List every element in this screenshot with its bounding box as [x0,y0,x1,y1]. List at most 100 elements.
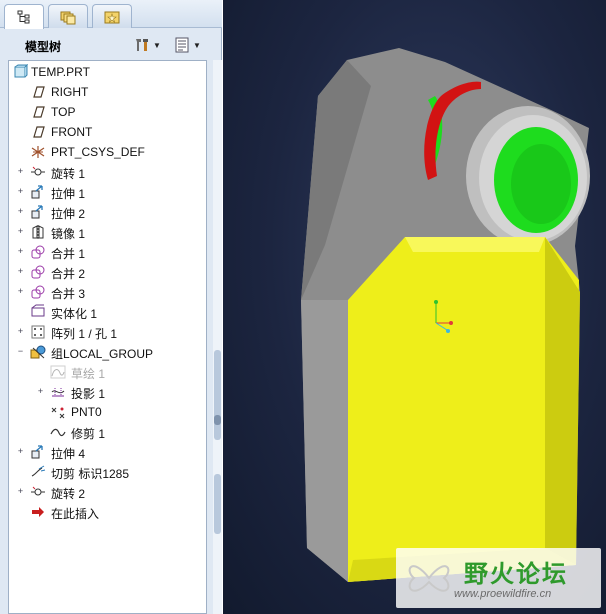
scrollbar-thumb-lower[interactable] [214,474,221,534]
watermark: 野火论坛 www.proewildfire.cn [396,548,601,608]
tree-item[interactable]: + 投影 1 [9,382,206,402]
datum-plane-icon [30,104,46,120]
revolve-icon [30,484,46,500]
datum-point-icon [50,404,66,420]
expand-toggle[interactable]: + [16,227,25,236]
tree-item[interactable]: 修剪 1 [9,422,206,442]
tree-item-label: 旋转 1 [51,167,86,181]
mirror-icon [30,224,46,240]
model-tree: TEMP.PRT RIGHT TOP FRONT PRT_CSYS_DEF + 旋转 1 + 拉… [8,60,207,614]
datum-plane-icon [30,84,46,100]
tree-item[interactable]: + 合并 2 [9,262,206,282]
butterfly-logo-icon [408,565,450,592]
tree-item[interactable]: TOP [9,102,206,122]
tree-item[interactable]: 在此插入 [9,502,206,522]
insert-arrow-icon [30,504,46,520]
tree-item[interactable]: 实体化 1 [9,302,206,322]
tree-item-label: 阵列 1 / 孔 1 [51,327,118,341]
panel-title: 模型树 [25,40,62,54]
expand-toggle[interactable]: + [36,387,45,396]
expand-toggle[interactable]: + [16,247,25,256]
expand-toggle[interactable]: + [16,207,25,216]
tree-item[interactable]: + 旋转 1 [9,162,206,182]
splitter-grip[interactable] [214,415,221,425]
extrude-icon [30,444,46,460]
tree-item-label: 组LOCAL_GROUP [51,347,154,361]
datum-plane-icon [30,124,46,140]
tree-item[interactable]: − 组LOCAL_GROUP [9,342,206,362]
expand-toggle[interactable]: + [16,287,25,296]
navigator-tabs [0,0,222,29]
green-hole-inner [511,144,571,224]
chevron-down-icon: ▼ [153,40,161,50]
tree-item[interactable]: + 合并 3 [9,282,206,302]
tree-item[interactable]: PRT_CSYS_DEF [9,142,206,162]
tree-item[interactable]: + 拉伸 4 [9,442,206,462]
part-model[interactable] [223,0,606,614]
expand-toggle[interactable]: + [16,487,25,496]
expand-toggle [16,107,25,116]
tree-item[interactable]: + 拉伸 2 [9,202,206,222]
tree-item[interactable]: + 拉伸 1 [9,182,206,202]
tree-item-label: 在此插入 [51,507,100,521]
tree-item[interactable]: FRONT [9,122,206,142]
merge-icon [30,284,46,300]
expand-toggle [16,147,25,156]
expand-toggle[interactable]: + [16,267,25,276]
show-button[interactable]: ▼ [173,35,201,55]
tree-item-label: 镜像 1 [51,227,86,241]
collapse-toggle[interactable]: − [16,347,25,356]
expand-toggle [16,127,25,136]
favorites-icon [104,11,120,23]
tree-item-label: RIGHT [51,85,89,99]
list-icon [175,37,189,53]
sketch-icon [50,364,66,380]
extrude-icon [30,204,46,220]
pattern-icon [30,324,46,340]
expand-toggle [36,427,45,436]
tree-item-label: PNT0 [71,405,102,419]
merge-icon [30,244,46,260]
tree-item-label: 旋转 2 [51,487,86,501]
tree-item-label: FRONT [51,125,93,139]
favorites-tab[interactable] [92,4,132,28]
tree-item[interactable]: RIGHT [9,82,206,102]
expand-toggle [36,367,45,376]
expand-toggle [36,407,45,416]
model-tree-tab[interactable] [4,4,44,29]
expand-toggle[interactable]: + [16,327,25,336]
tree-item[interactable]: 切剪 标识1285 [9,462,206,482]
expand-toggle[interactable]: + [16,187,25,196]
model-tree-icon [17,10,30,24]
tree-item[interactable]: + 旋转 2 [9,482,206,502]
part-left-lower-face [301,300,348,582]
folder-browser-tab[interactable] [48,4,88,28]
graphics-viewport[interactable] [223,0,606,614]
expand-toggle[interactable]: + [16,447,25,456]
tree-item-label: PRT_CSYS_DEF [51,145,145,159]
revolve-icon [30,164,46,180]
project-icon [50,384,66,400]
tree-item[interactable]: + 阵列 1 / 孔 1 [9,322,206,342]
scrollbar[interactable] [213,60,222,614]
tree-item[interactable]: PNT0 [9,402,206,422]
triad-x-dot [449,321,453,325]
settings-button[interactable]: ▼ [133,35,161,55]
tree-item-label: 合并 3 [51,287,86,301]
expand-toggle [16,87,25,96]
solidify-icon [30,304,46,320]
tree-item[interactable]: TEMP.PRT [9,62,206,82]
tree-item-label: 拉伸 1 [51,187,86,201]
expand-toggle [16,507,25,516]
tree-item[interactable]: + 镜像 1 [9,222,206,242]
expand-toggle[interactable]: + [16,167,25,176]
tree-item-label: 合并 1 [51,247,86,261]
csys-icon [30,144,46,160]
yellow-right-wall [545,237,580,565]
expand-toggle [16,307,25,316]
scrollbar-thumb[interactable] [214,350,221,440]
watermark-title: 野火论坛 [464,560,568,588]
extrude-icon [30,184,46,200]
tree-item[interactable]: + 合并 1 [9,242,206,262]
tree-item[interactable]: 草绘 1 [9,362,206,382]
